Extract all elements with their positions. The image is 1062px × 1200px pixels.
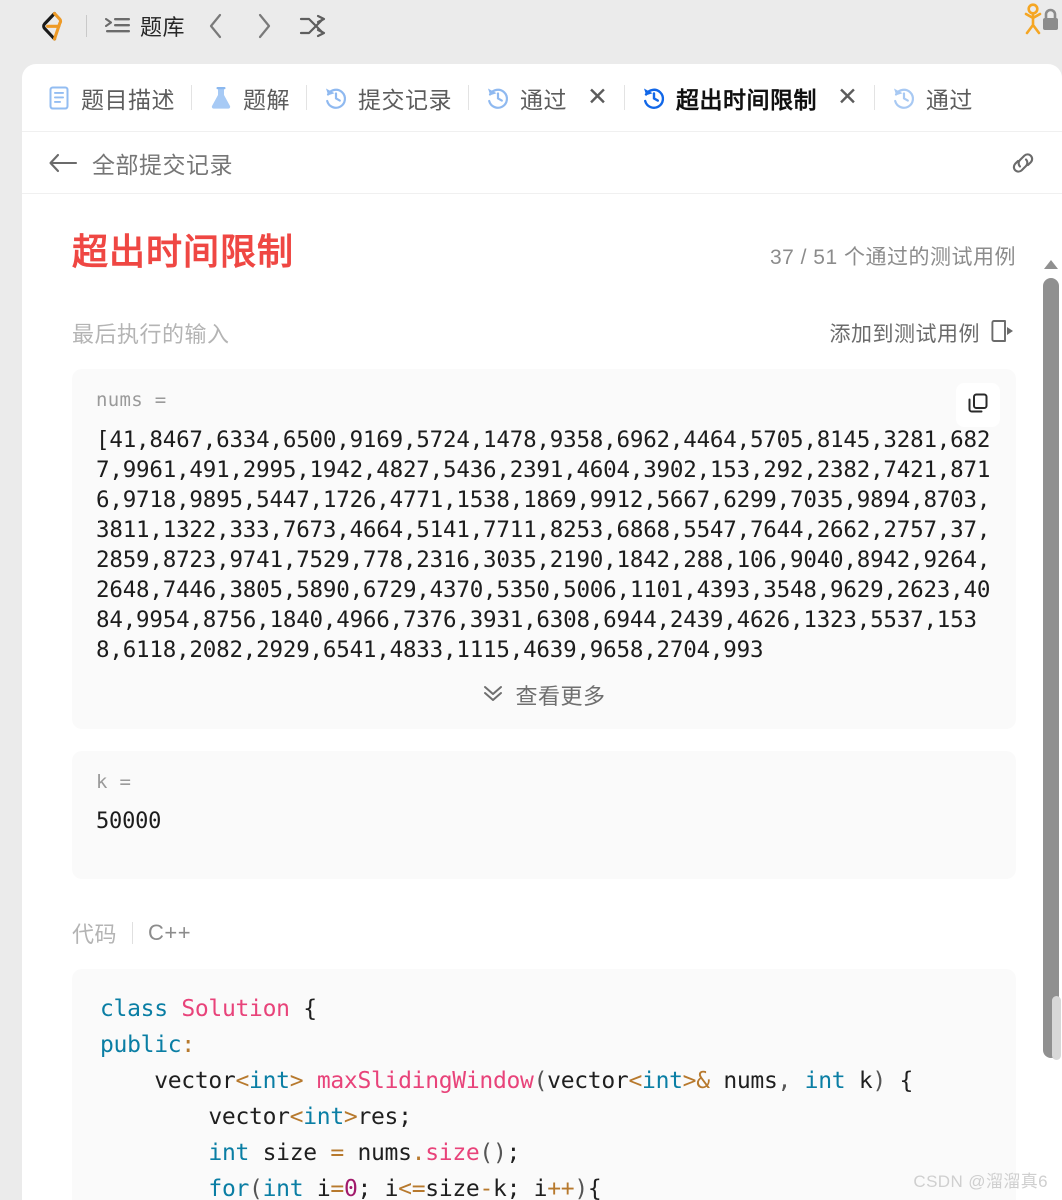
history-icon	[641, 85, 667, 111]
account-button[interactable]	[1014, 0, 1062, 46]
tab-accepted-2[interactable]: 通过	[889, 64, 975, 131]
verdict-text: 超出时间限制	[72, 231, 295, 272]
chevron-right-icon[interactable]	[247, 9, 281, 43]
copy-button[interactable]	[956, 383, 1000, 427]
last-input-row: 最后执行的输入 添加到测试用例	[72, 317, 1016, 349]
tab-separator	[468, 85, 469, 110]
tab-separator	[191, 85, 192, 110]
tab-separator	[873, 85, 875, 110]
add-to-testcase-label: 添加到测试用例	[829, 323, 980, 346]
all-submissions-title[interactable]: 全部提交记录	[92, 146, 233, 180]
submission-detail-content: 超出时间限制 37 / 51 个通过的测试用例 最后执行的输入 添加到测试用例 …	[22, 195, 1062, 1200]
tab-label: 超出时间限制	[675, 86, 817, 113]
code-language-label[interactable]: C++	[148, 920, 191, 946]
code-line: vector<int> maxSlidingWindow(vector<int>…	[100, 1068, 914, 1094]
history-icon	[323, 85, 349, 111]
code-label: 代码	[72, 922, 118, 947]
input-box-k: k = 50000	[72, 751, 1016, 879]
person-lock-icon	[1016, 1, 1060, 46]
tab-label: 通过	[925, 86, 973, 113]
tab-label: 题解	[243, 86, 290, 113]
code-line: for(int i=0; i<=size-k; i++){	[208, 1176, 602, 1200]
problemset-button[interactable]: 题库	[105, 10, 185, 42]
flask-icon	[208, 85, 234, 111]
tab-close-button[interactable]: ✕	[837, 85, 858, 110]
add-to-testcase-button[interactable]: 添加到测试用例	[830, 318, 1017, 349]
code-block[interactable]: class Solution { public: vector<int> max…	[72, 969, 1016, 1200]
code-line: vector<int>res;	[100, 1104, 412, 1130]
last-input-label: 最后执行的输入	[72, 322, 230, 347]
history-icon	[485, 85, 511, 111]
code-header-divider	[132, 922, 134, 944]
tab-solutions[interactable]: 题解	[206, 64, 292, 131]
tab-label: 通过	[520, 86, 567, 113]
input-box-nums: nums = [41,8467,6334,6500,9169,5724,1478…	[72, 369, 1016, 729]
main-panel: 题目描述 题解 提交记录 通过 ✕ 超出时间限制 ✕ 通过 全部提交记录 超出时…	[22, 64, 1062, 1200]
history-icon	[891, 85, 917, 111]
add-to-testcase-icon	[990, 318, 1016, 349]
show-more-button[interactable]: 查看更多	[96, 679, 992, 713]
tab-separator	[623, 85, 625, 110]
variable-name: k =	[96, 771, 132, 793]
submission-subheader: 全部提交记录	[22, 132, 1062, 194]
tab-bar: 题目描述 题解 提交记录 通过 ✕ 超出时间限制 ✕ 通过	[22, 64, 1062, 132]
result-row: 超出时间限制 37 / 51 个通过的测试用例	[72, 223, 1016, 275]
testcase-count-text: 37 / 51 个通过的测试用例	[769, 246, 1016, 269]
tab-accepted-1[interactable]: 通过 ✕	[483, 64, 610, 131]
copy-icon	[966, 391, 990, 420]
link-icon[interactable]	[1006, 146, 1040, 180]
description-icon	[46, 85, 72, 111]
outer-scrollbar-thumb[interactable]	[1052, 996, 1061, 1060]
code-line: public:	[100, 1032, 195, 1058]
show-more-label: 查看更多	[515, 684, 606, 709]
tab-submissions[interactable]: 提交记录	[321, 64, 454, 131]
content-scrollbar[interactable]	[1042, 260, 1060, 1080]
code-line: class Solution {	[100, 996, 317, 1022]
tab-separator	[306, 85, 307, 110]
input-value-nums: [41,8467,6334,6500,9169,5724,1478,9358,6…	[96, 427, 991, 663]
problemset-label: 题库	[140, 15, 186, 40]
tab-close-button[interactable]: ✕	[587, 85, 608, 110]
chevron-left-icon[interactable]	[199, 9, 233, 43]
tab-description[interactable]: 题目描述	[44, 64, 177, 131]
arrow-left-icon[interactable]	[48, 148, 78, 178]
scroll-up-arrow[interactable]	[1044, 260, 1058, 269]
variable-name: nums =	[96, 389, 167, 411]
tab-label: 题目描述	[81, 86, 175, 113]
topbar-divider	[86, 15, 87, 37]
leetcode-logo[interactable]	[34, 9, 68, 43]
chevron-double-down-icon	[482, 683, 504, 708]
code-header: 代码 C++	[72, 917, 1016, 949]
code-line: int size = nums.size();	[208, 1140, 521, 1166]
top-navigation-bar: 题库	[0, 0, 1062, 52]
scrollbar-thumb[interactable]	[1043, 278, 1059, 1058]
list-icon	[105, 16, 131, 36]
tab-time-limit-exceeded[interactable]: 超出时间限制 ✕	[639, 64, 860, 131]
shuffle-icon[interactable]	[295, 9, 331, 43]
tab-label: 提交记录	[358, 86, 452, 113]
input-value-k: 50000	[96, 809, 162, 834]
